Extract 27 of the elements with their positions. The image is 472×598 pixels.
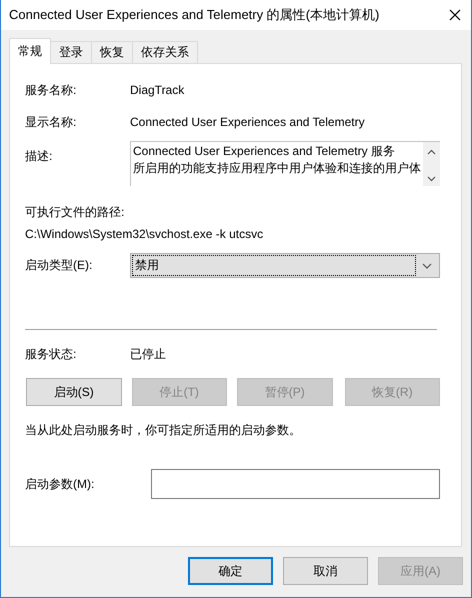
start-parameters-field[interactable] <box>151 469 440 499</box>
window-title: Connected User Experiences and Telemetry 的属性(本地计算机) <box>9 6 380 24</box>
field-label: 显示名称: <box>25 114 78 130</box>
field-label: 可执行文件的路径: <box>25 204 126 221</box>
tab[interactable]: 常规 <box>9 38 51 64</box>
service-button[interactable]: 启动(S) <box>26 378 122 406</box>
status-value: 已停止 <box>130 346 166 362</box>
dialog-button[interactable]: 取消 <box>283 557 368 585</box>
description-text: Connected User Experiences and Telemetry 服务 所启用的功能支持应用程序中用户体验和连接的用户体 <box>132 143 422 177</box>
caret-icon <box>422 262 432 268</box>
close-icon <box>449 9 461 21</box>
hint-text: 当从此处启动服务时，你可指定所适用的启动参数。 <box>25 422 302 439</box>
dialog-button[interactable]: 确定 <box>188 557 273 585</box>
tab[interactable]: 依存关系 <box>132 41 198 63</box>
field-label: 启动参数(M): <box>25 476 96 492</box>
path-text: C:\Windows\System32\svchost.exe -k utcsvc <box>25 227 264 241</box>
startup-type-dropdown[interactable]: 禁用 <box>130 253 440 278</box>
field-label: 描述: <box>25 148 54 165</box>
description-field[interactable]: Connected User Experiences and Telemetry 服务 所启用的功能支持应用程序中用户体验和连接的用户体 <box>130 141 440 186</box>
scroll-down-icon <box>427 176 436 182</box>
field-label: 启动类型(E): <box>25 257 94 274</box>
field-value: DiagTrack <box>130 83 184 97</box>
field-value: Connected User Experiences and Telemetry <box>130 115 365 129</box>
field-label: 服务名称: <box>25 82 78 98</box>
dropdown-value: 禁用 <box>132 255 416 276</box>
field-label: 服务状态: <box>25 346 78 362</box>
scroll-up-icon <box>427 149 436 155</box>
